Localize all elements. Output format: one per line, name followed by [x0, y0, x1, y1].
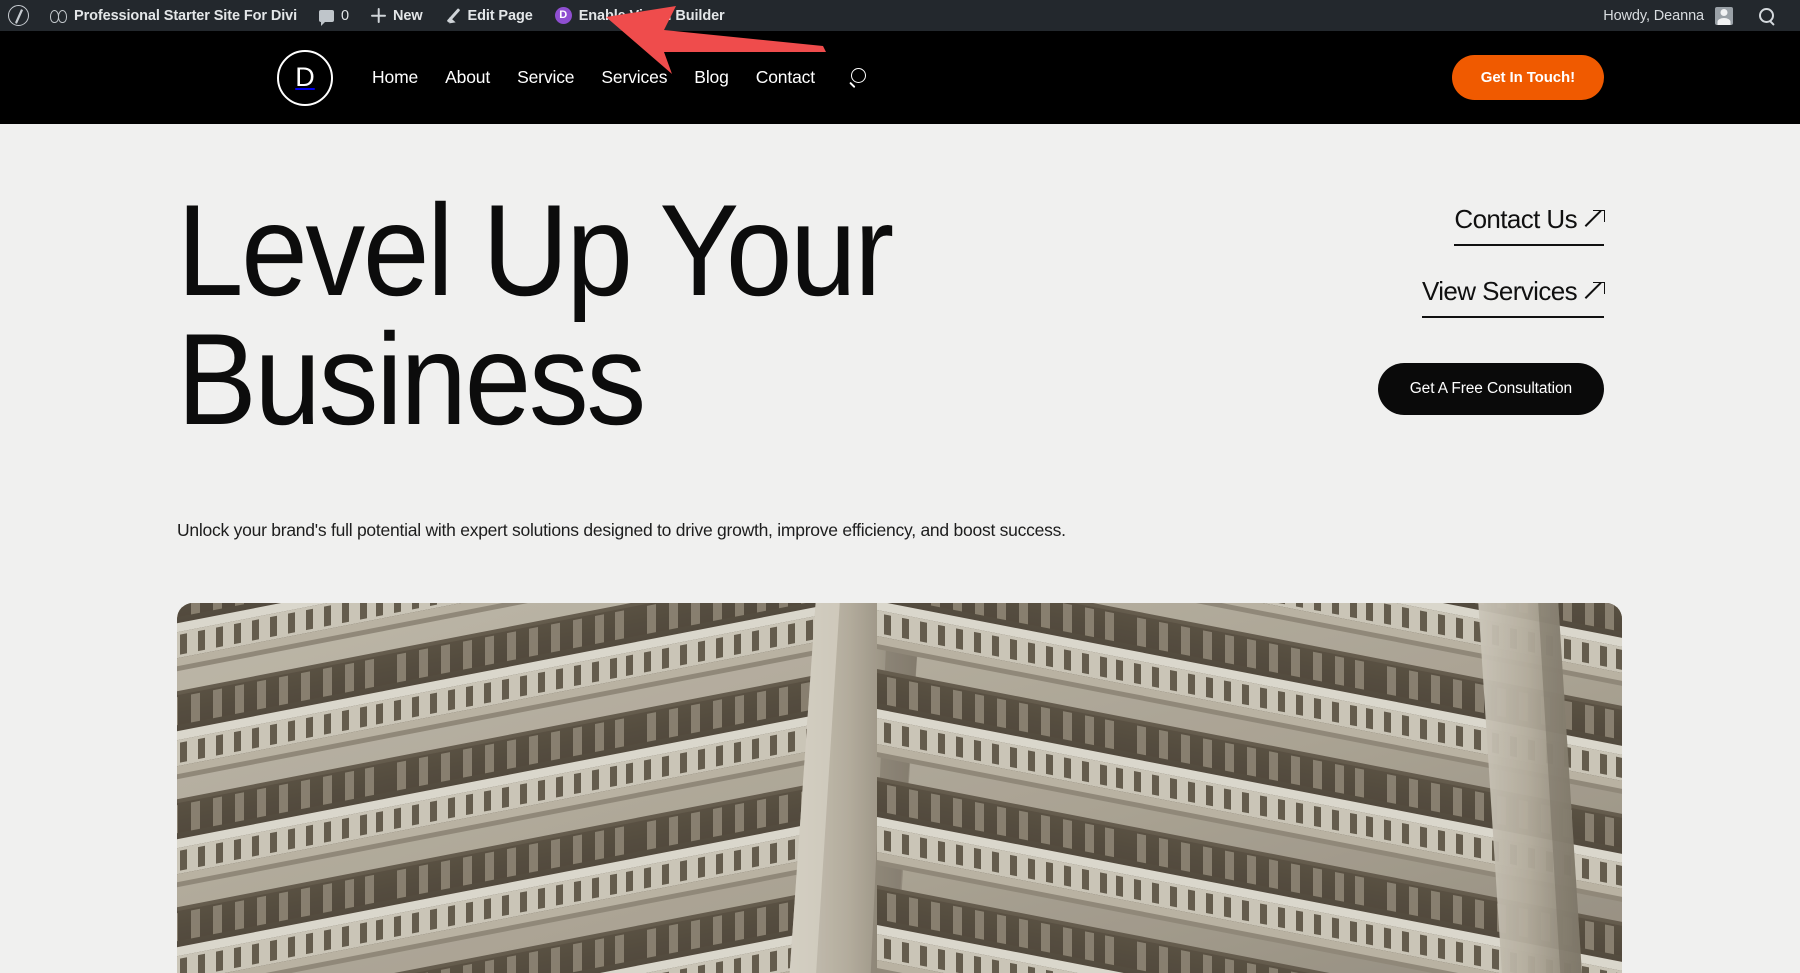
nav-item-service[interactable]: Service — [517, 67, 574, 88]
contact-us-link[interactable]: Contact Us — [1454, 204, 1604, 246]
admin-bar-item-site-name[interactable]: Professional Starter Site For Divi — [39, 0, 308, 31]
get-in-touch-button[interactable]: Get In Touch! — [1452, 55, 1604, 100]
site-header-inner: D Home About Service Services Blog Conta… — [0, 50, 1800, 106]
comment-count-label: 0 — [341, 8, 349, 24]
hero-actions: Contact Us View Services Get A Free Cons… — [1334, 186, 1604, 415]
view-services-label: View Services — [1422, 276, 1577, 307]
edit-page-label: Edit Page — [468, 8, 533, 24]
hero-image — [177, 603, 1622, 973]
admin-bar-item-comments[interactable]: 0 — [308, 0, 360, 31]
wordpress-logo-button[interactable] — [0, 0, 39, 31]
nav-item-about[interactable]: About — [445, 67, 490, 88]
site-header: D Home About Service Services Blog Conta… — [0, 31, 1800, 124]
avatar-icon — [1715, 7, 1733, 25]
plus-icon — [371, 8, 386, 23]
hero-copy: Level Up Your Business Unlock your brand… — [177, 186, 1334, 544]
divi-logo[interactable]: D — [277, 50, 333, 106]
admin-bar-search-button[interactable] — [1744, 0, 1790, 31]
wordpress-logo-icon — [8, 5, 29, 26]
divi-logo-letter: D — [295, 64, 315, 91]
hero-subtitle: Unlock your brand's full potential with … — [177, 517, 1334, 543]
get-free-consultation-button[interactable]: Get A Free Consultation — [1378, 363, 1604, 415]
arrow-up-right-icon — [1586, 210, 1604, 228]
hero-section: Level Up Your Business Unlock your brand… — [0, 124, 1800, 973]
nav-item-contact[interactable]: Contact — [756, 67, 815, 88]
page-title: Level Up Your Business — [177, 186, 1241, 443]
contact-us-label: Contact Us — [1454, 204, 1577, 235]
comment-bubble-icon — [319, 10, 334, 22]
admin-bar-left-group: Professional Starter Site For Divi 0 New… — [0, 0, 736, 31]
admin-bar-item-enable-visual-builder[interactable]: D Enable Visual Builder — [544, 0, 736, 31]
main-navigation: Home About Service Services Blog Contact — [372, 67, 867, 88]
site-name-label: Professional Starter Site For Divi — [74, 8, 297, 24]
arrow-up-right-icon — [1586, 282, 1604, 300]
admin-bar-item-edit-page[interactable]: Edit Page — [434, 0, 544, 31]
new-label: New — [393, 8, 423, 24]
admin-bar-item-new[interactable]: New — [360, 0, 434, 31]
enable-visual-builder-label: Enable Visual Builder — [579, 8, 725, 24]
nav-item-services[interactable]: Services — [601, 67, 667, 88]
admin-bar-right-group: Howdy, Deanna — [1592, 0, 1800, 31]
nav-item-blog[interactable]: Blog — [694, 67, 728, 88]
dashboard-icon — [50, 7, 67, 24]
admin-bar-item-my-account[interactable]: Howdy, Deanna — [1592, 0, 1744, 31]
search-icon — [1759, 8, 1775, 24]
search-icon[interactable] — [848, 68, 867, 87]
nav-item-home[interactable]: Home — [372, 67, 418, 88]
hero-top-row: Level Up Your Business Unlock your brand… — [0, 124, 1800, 544]
howdy-label: Howdy, Deanna — [1603, 8, 1708, 24]
pencil-icon — [445, 8, 461, 24]
wp-admin-bar: Professional Starter Site For Divi 0 New… — [0, 0, 1800, 31]
divi-d-icon: D — [555, 7, 572, 24]
view-services-link[interactable]: View Services — [1422, 276, 1604, 318]
building-illustration — [177, 603, 1622, 973]
